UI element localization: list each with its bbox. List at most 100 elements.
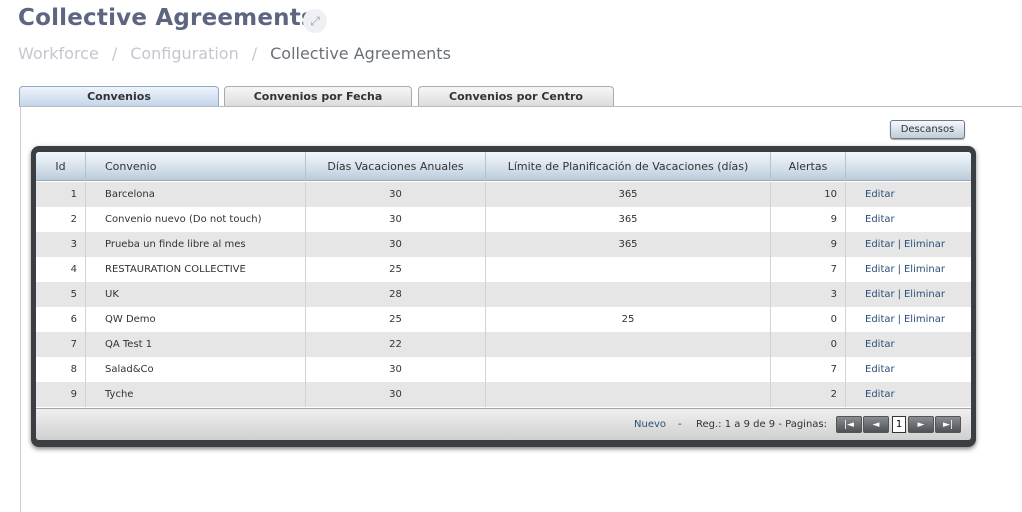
descansos-button[interactable]: Descansos <box>890 120 965 139</box>
editar-link[interactable]: Editar <box>865 364 895 375</box>
pager: |◄ ◄ 1 ► ►| <box>836 416 962 433</box>
editar-link[interactable]: Editar <box>865 239 895 250</box>
editar-link[interactable]: Editar <box>865 314 895 325</box>
editar-link[interactable]: Editar <box>865 339 895 350</box>
cell-limite-planificacion <box>486 257 771 282</box>
next-page-icon[interactable]: ► <box>908 416 934 433</box>
column-header-convenio[interactable]: Convenio <box>86 152 306 181</box>
expand-icon[interactable]: ⤢ <box>303 9 327 33</box>
cell-convenio: QW Demo <box>86 307 306 332</box>
table-row[interactable]: 9 Tyche 30 2 Editar <box>36 382 971 407</box>
cell-limite-planificacion: 25 <box>486 307 771 332</box>
cell-alertas: 7 <box>771 357 846 382</box>
editar-link[interactable]: Editar <box>865 189 895 200</box>
breadcrumb-separator: / <box>251 44 258 63</box>
table-row[interactable]: 2 Convenio nuevo (Do not touch) 30 365 9 Edit… <box>36 207 971 232</box>
breadcrumb-workforce[interactable]: Workforce <box>18 44 99 63</box>
eliminar-link[interactable]: Eliminar <box>904 264 945 275</box>
cell-alertas: 0 <box>771 332 846 357</box>
cell-limite-planificacion <box>486 382 771 407</box>
tab-convenios-por-centro[interactable]: Convenios por Centro <box>418 86 614 106</box>
cell-alertas: 9 <box>771 232 846 257</box>
cell-dias-vacaciones: 30 <box>306 357 486 382</box>
cell-dias-vacaciones: 30 <box>306 207 486 232</box>
column-header-actions <box>846 152 971 181</box>
cell-dias-vacaciones: 28 <box>306 282 486 307</box>
cell-alertas: 10 <box>771 182 846 207</box>
cell-limite-planificacion <box>486 332 771 357</box>
grid-header: Id Convenio Días Vacaciones Anuales Lími… <box>36 152 971 181</box>
cell-convenio: Barcelona <box>86 182 306 207</box>
tab-convenios[interactable]: Convenios <box>19 86 219 106</box>
content-border <box>20 107 21 512</box>
tab-convenios-por-fecha[interactable]: Convenios por Fecha <box>224 86 412 106</box>
breadcrumb-configuration[interactable]: Configuration <box>130 44 239 63</box>
action-separator: | <box>897 314 901 325</box>
grid-body: 1 Barcelona 30 365 10 Editar 2 Convenio nuevo (… <box>36 182 971 407</box>
eliminar-link[interactable]: Eliminar <box>904 314 945 325</box>
cell-limite-planificacion <box>486 357 771 382</box>
current-page-number[interactable]: 1 <box>892 416 906 433</box>
cell-alertas: 7 <box>771 257 846 282</box>
cell-alertas: 0 <box>771 307 846 332</box>
column-header-dias-vacaciones[interactable]: Días Vacaciones Anuales <box>306 152 486 181</box>
table-row[interactable]: 1 Barcelona 30 365 10 Editar <box>36 182 971 207</box>
tabs-divider <box>19 106 1022 107</box>
table-row[interactable]: 8 Salad&Co 30 7 Editar <box>36 357 971 382</box>
editar-link[interactable]: Editar <box>865 214 895 225</box>
cell-actions: Editar <box>846 207 971 232</box>
cell-id: 4 <box>36 257 86 282</box>
cell-id: 5 <box>36 282 86 307</box>
cell-alertas: 2 <box>771 382 846 407</box>
grid-inner: Id Convenio Días Vacaciones Anuales Lími… <box>36 152 971 440</box>
cell-dias-vacaciones: 25 <box>306 257 486 282</box>
cell-id: 1 <box>36 182 86 207</box>
cell-convenio: Salad&Co <box>86 357 306 382</box>
action-separator: | <box>897 289 901 300</box>
table-row[interactable]: 7 QA Test 1 22 0 Editar <box>36 332 971 357</box>
cell-actions: Editar | Eliminar <box>846 282 971 307</box>
editar-link[interactable]: Editar <box>865 264 895 275</box>
cell-dias-vacaciones: 25 <box>306 307 486 332</box>
cell-limite-planificacion <box>486 282 771 307</box>
cell-id: 8 <box>36 357 86 382</box>
cell-actions: Editar | Eliminar <box>846 257 971 282</box>
cell-actions: Editar <box>846 332 971 357</box>
action-separator: | <box>897 239 901 250</box>
column-header-limite-planificacion[interactable]: Límite de Planificación de Vacaciones (d… <box>486 152 771 181</box>
cell-convenio: UK <box>86 282 306 307</box>
cell-actions: Editar <box>846 182 971 207</box>
cell-alertas: 9 <box>771 207 846 232</box>
cell-alertas: 3 <box>771 282 846 307</box>
cell-dias-vacaciones: 30 <box>306 382 486 407</box>
last-page-icon[interactable]: ►| <box>935 416 961 433</box>
editar-link[interactable]: Editar <box>865 389 895 400</box>
nuevo-link[interactable]: Nuevo <box>634 419 666 430</box>
editar-link[interactable]: Editar <box>865 289 895 300</box>
cell-actions: Editar <box>846 382 971 407</box>
prev-page-icon[interactable]: ◄ <box>863 416 889 433</box>
first-page-icon[interactable]: |◄ <box>836 416 862 433</box>
cell-limite-planificacion: 365 <box>486 182 771 207</box>
cell-dias-vacaciones: 30 <box>306 232 486 257</box>
cell-actions: Editar | Eliminar <box>846 307 971 332</box>
column-header-id[interactable]: Id <box>36 152 86 181</box>
cell-id: 6 <box>36 307 86 332</box>
cell-convenio: Tyche <box>86 382 306 407</box>
column-header-alertas[interactable]: Alertas <box>771 152 846 181</box>
cell-dias-vacaciones: 30 <box>306 182 486 207</box>
cell-convenio: QA Test 1 <box>86 332 306 357</box>
cell-dias-vacaciones: 22 <box>306 332 486 357</box>
footer-dash: - <box>678 419 682 430</box>
cell-convenio: Prueba un finde libre al mes <box>86 232 306 257</box>
breadcrumb: Workforce / Configuration / Collective Agree… <box>18 44 451 63</box>
table-row[interactable]: 4 RESTAURATION COLLECTIVE 25 7 Editar | Elimin… <box>36 257 971 282</box>
table-row[interactable]: 5 UK 28 3 Editar | Eliminar <box>36 282 971 307</box>
table-row[interactable]: 3 Prueba un finde libre al mes 30 365 9 Edita… <box>36 232 971 257</box>
eliminar-link[interactable]: Eliminar <box>904 289 945 300</box>
table-row[interactable]: 6 QW Demo 25 25 0 Editar | Eliminar <box>36 307 971 332</box>
cell-convenio: Convenio nuevo (Do not touch) <box>86 207 306 232</box>
eliminar-link[interactable]: Eliminar <box>904 239 945 250</box>
cell-limite-planificacion: 365 <box>486 232 771 257</box>
action-separator: | <box>897 264 901 275</box>
